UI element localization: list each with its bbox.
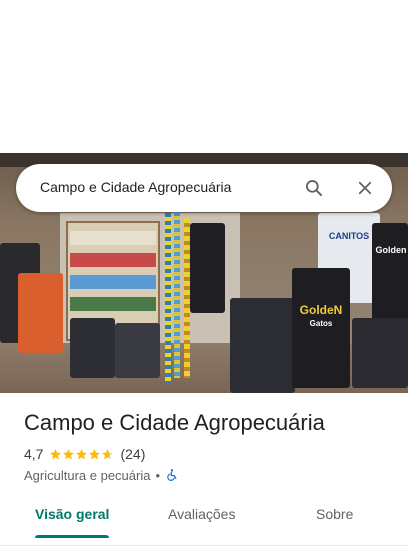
photo-sign-text: CANITOS (328, 231, 370, 241)
photo-rope (165, 213, 171, 383)
photo-shelf-items (70, 231, 156, 245)
close-icon[interactable] (353, 176, 377, 200)
photo-bag-stack (230, 298, 295, 393)
search-bar[interactable]: Campo e Cidade Agropecuária (16, 164, 392, 212)
category-row: Agricultura e pecuária • (24, 466, 179, 484)
place-tabs: Visão geral Avaliações Sobre (0, 496, 408, 546)
photo-bag-stack (190, 223, 225, 313)
star-half-icon (102, 448, 114, 459)
rating-value: 4,7 (24, 446, 44, 462)
photo-sign-text: GoldeN (299, 303, 343, 317)
map-area-blank (0, 0, 408, 153)
photo-bag-stack (352, 318, 408, 388)
star-icon (63, 448, 75, 459)
photo-bag-golden (372, 223, 408, 323)
photo-sign-text: Gatos (309, 319, 333, 328)
separator-dot: • (155, 467, 161, 483)
search-input[interactable]: Campo e Cidade Agropecuária (40, 179, 231, 195)
review-count[interactable]: (24) (120, 446, 145, 462)
search-icon[interactable] (302, 176, 326, 200)
rating-stars (49, 448, 114, 461)
star-icon (89, 448, 101, 459)
star-icon (76, 448, 88, 459)
tab-overview[interactable]: Visão geral (35, 506, 109, 522)
photo-bag-stack (115, 323, 160, 378)
place-category[interactable]: Agricultura e pecuária (24, 468, 150, 483)
place-title: Campo e Cidade Agropecuária (24, 410, 325, 435)
tab-reviews[interactable]: Avaliações (168, 506, 235, 522)
star-icon (50, 448, 62, 459)
photo-shelf-items (70, 275, 156, 289)
active-tab-indicator (35, 535, 109, 538)
wheelchair-icon (167, 469, 177, 481)
photo-shelf-items (70, 297, 156, 311)
photo-rope (174, 208, 180, 378)
photo-sign-text: Golden (375, 245, 407, 255)
rating-row[interactable]: 4,7 (24) (24, 445, 145, 463)
photo-bag-stack (70, 318, 115, 378)
photo-shelf-items (70, 253, 156, 267)
photo-bag-stack (18, 273, 63, 353)
photo-bag-golden-gatos (292, 268, 350, 388)
tab-about[interactable]: Sobre (316, 506, 353, 522)
